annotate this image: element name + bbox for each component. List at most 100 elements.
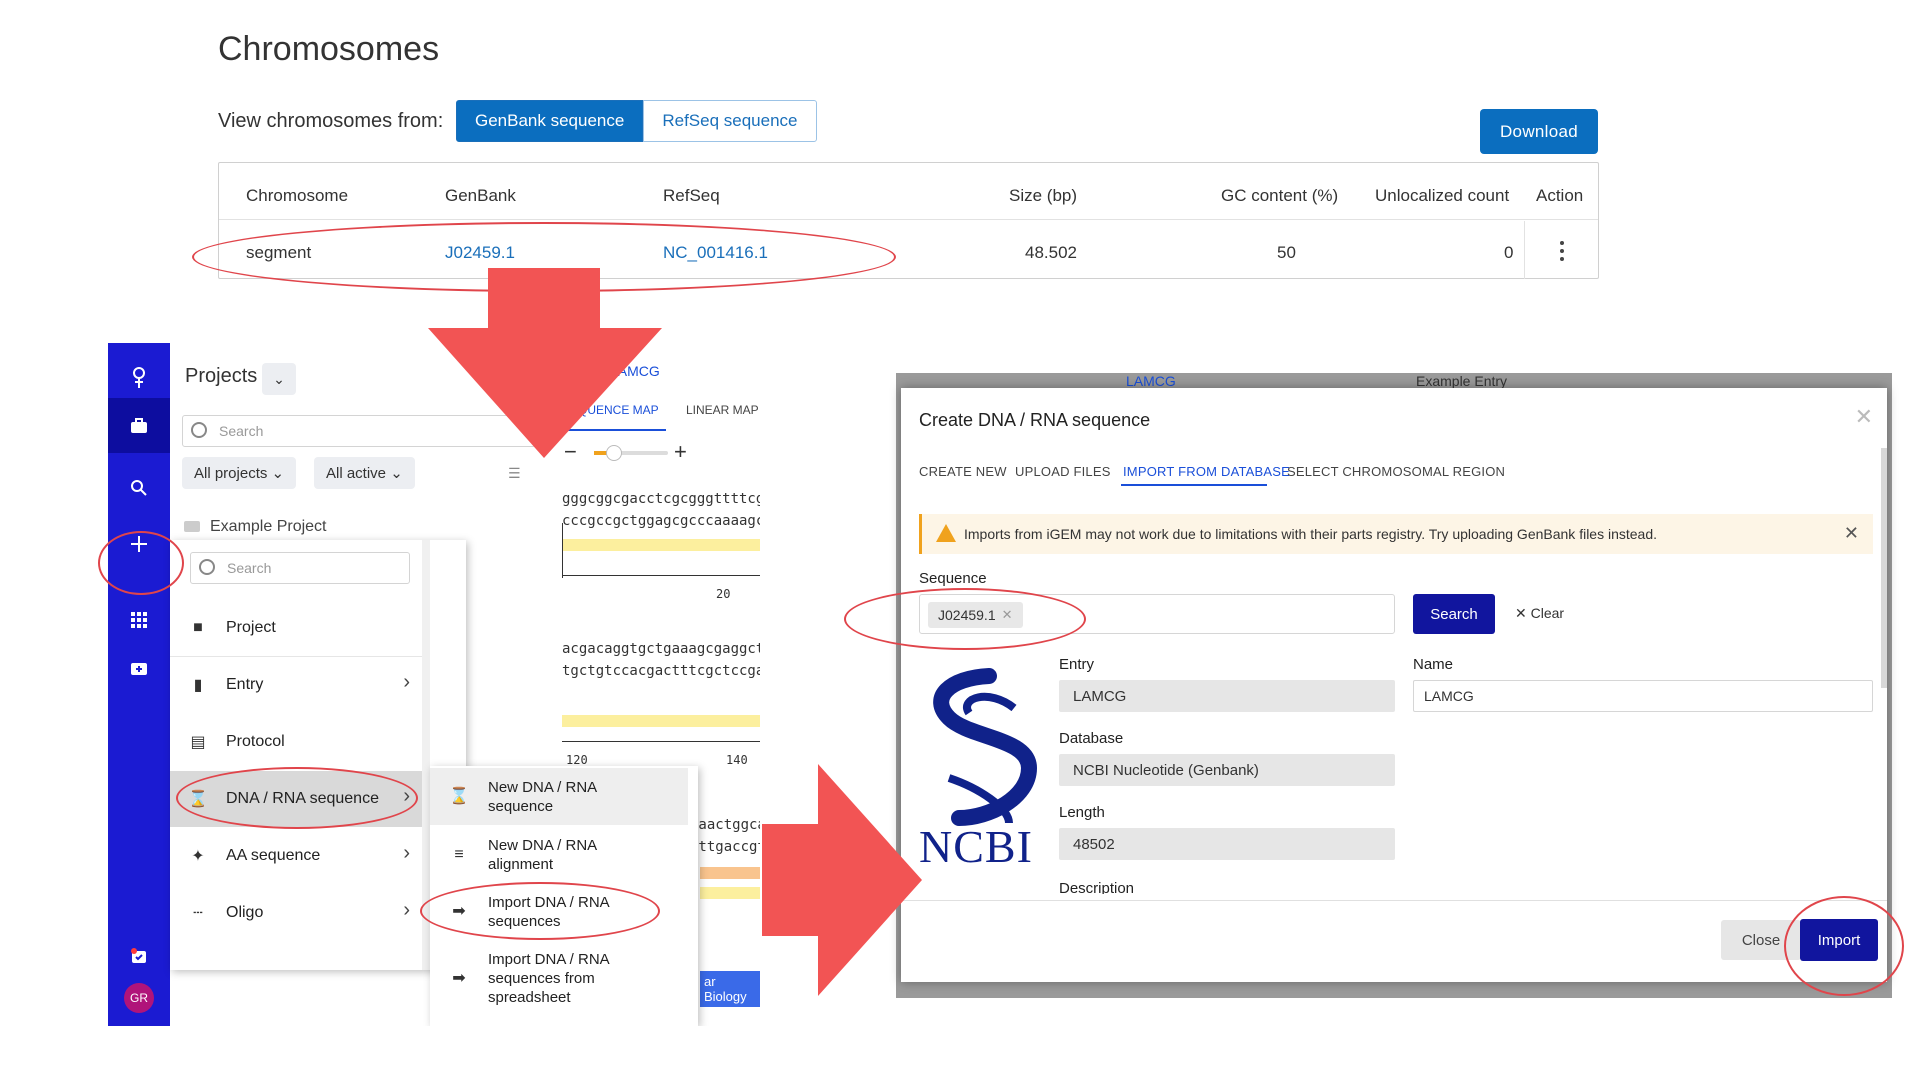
- tab-linear-map[interactable]: LINEAR MAP: [686, 403, 759, 417]
- menu-item-label: Project: [226, 619, 276, 636]
- filter-all-active[interactable]: All active ⌄: [314, 457, 415, 489]
- menu-item-label: DNA / RNA sequence: [226, 790, 379, 807]
- feature-bar: [700, 867, 760, 879]
- action-divider: [1524, 221, 1525, 279]
- column-header-action: Action: [1536, 186, 1584, 205]
- submenu-new-sequence[interactable]: ⌛ New DNA / RNA sequence: [430, 768, 688, 825]
- create-menu-search-input[interactable]: Search: [190, 552, 410, 584]
- submenu-item-label: New DNA / RNA sequence: [488, 778, 597, 816]
- sequence-chip-label: J02459.1: [938, 607, 996, 623]
- menu-item-aa-sequence[interactable]: ✦ AA sequence ›: [170, 828, 422, 884]
- page-title: Chromosomes: [218, 30, 440, 68]
- tab-create-new[interactable]: CREATE NEW: [919, 464, 1007, 479]
- tab-import-from-database[interactable]: IMPORT FROM DATABASE: [1123, 464, 1290, 479]
- create-plus-icon[interactable]: [108, 519, 170, 569]
- sequence-input[interactable]: J02459.1 ✕: [919, 594, 1395, 634]
- menu-item-project[interactable]: ■ Project: [170, 600, 422, 656]
- menu-item-label: Entry: [226, 676, 264, 693]
- cell-size: 48.502: [1025, 243, 1077, 262]
- dismiss-warning-icon[interactable]: ✕: [1844, 523, 1859, 544]
- briefcase-icon: ■: [193, 619, 203, 636]
- ruler-label: 120: [566, 753, 588, 767]
- dialog-scrollbar[interactable]: [1881, 448, 1887, 688]
- menu-item-label: Protocol: [226, 733, 285, 750]
- clear-label: Clear: [1530, 605, 1565, 621]
- download-button[interactable]: Download: [1480, 109, 1598, 154]
- apps-grid-icon[interactable]: [108, 595, 170, 645]
- create-sequence-dialog: Create DNA / RNA sequence ✕ CREATE NEW U…: [901, 388, 1887, 982]
- project-item-example[interactable]: Example Project: [184, 518, 327, 536]
- right-arrow-icon: [762, 764, 922, 996]
- submenu-import-sequences[interactable]: ➡ Import DNA / RNA sequences: [430, 883, 688, 940]
- tab-upload-files[interactable]: UPLOAD FILES: [1015, 464, 1111, 479]
- close-icon[interactable]: ✕: [1855, 404, 1873, 430]
- menu-scrollbar[interactable]: [422, 540, 430, 970]
- briefcase-icon[interactable]: [108, 398, 170, 453]
- ruler-tick: [562, 523, 563, 578]
- sequence-line: cccgccgctggagcgcccaaaagc: [562, 513, 760, 529]
- database-label: Database: [1059, 730, 1124, 747]
- aa-icon: ✦: [191, 848, 205, 865]
- description-label: Description: [1059, 880, 1135, 894]
- nav-rail: GR: [108, 343, 170, 1026]
- down-arrow-icon: [428, 268, 662, 458]
- sequence-label: Sequence: [919, 570, 987, 587]
- warning-banner: Imports from iGEM may not work due to li…: [919, 514, 1873, 554]
- cell-gc-content: 50: [1277, 243, 1296, 262]
- notifications-icon[interactable]: [108, 931, 170, 981]
- search-icon[interactable]: [108, 463, 170, 513]
- filter-all-active-label: All active: [326, 464, 387, 482]
- genbank-link[interactable]: J02459.1: [445, 243, 515, 263]
- clear-icon: ✕: [1515, 605, 1527, 621]
- submenu-import-spreadsheet[interactable]: ➡ Import DNA / RNA sequences from spreadsh…: [430, 940, 688, 1016]
- search-button[interactable]: Search: [1413, 594, 1495, 634]
- tab-select-chromosomal-region[interactable]: SELECT CHROMOSOMAL REGION: [1287, 464, 1505, 479]
- chevron-down-icon[interactable]: ⌄: [262, 363, 296, 395]
- dialog-footer-divider: [901, 900, 1887, 901]
- more-actions-icon[interactable]: [1559, 241, 1565, 265]
- zoom-in-icon[interactable]: +: [674, 439, 687, 465]
- clear-button[interactable]: ✕ Clear: [1515, 605, 1564, 622]
- sequence-line: gggcggcgacctcgcgggttttcg: [562, 491, 760, 507]
- oligo-icon: ┄: [193, 905, 203, 922]
- user-avatar[interactable]: GR: [124, 983, 154, 1013]
- menu-item-dna-rna-sequence[interactable]: ⌛ DNA / RNA sequence ›: [170, 771, 422, 827]
- menu-item-oligo[interactable]: ┄ Oligo ›: [170, 885, 422, 941]
- ruler-label: 140: [726, 753, 748, 767]
- column-header-unlocalized-count: Unlocalized count: [1375, 186, 1510, 205]
- column-header-gc-content: GC content (%): [1221, 186, 1339, 205]
- length-field: 48502: [1059, 828, 1395, 860]
- submenu-new-alignment[interactable]: ≡ New DNA / RNA alignment: [430, 826, 688, 883]
- ruler-label: 20: [716, 587, 731, 601]
- active-tab-underline: [1121, 484, 1267, 486]
- protocol-icon: ▤: [190, 734, 206, 751]
- filter-settings-icon[interactable]: ☰: [508, 465, 521, 482]
- genbank-sequence-tab[interactable]: GenBank sequence: [456, 100, 644, 142]
- sequence-chip[interactable]: J02459.1 ✕: [928, 602, 1023, 628]
- menu-item-protocol[interactable]: ▤ Protocol: [170, 714, 422, 770]
- refseq-sequence-tab[interactable]: RefSeq sequence: [643, 100, 817, 142]
- sequence-line: cttgaccgt: [690, 839, 760, 855]
- filter-all-projects-label: All projects: [194, 464, 268, 482]
- refseq-link[interactable]: NC_001416.1: [663, 243, 768, 263]
- remove-chip-icon[interactable]: ✕: [1002, 607, 1013, 623]
- menu-item-entry[interactable]: ▮ Entry ›: [170, 657, 422, 713]
- document-icon: ▮: [193, 677, 203, 694]
- close-button[interactable]: Close: [1721, 920, 1801, 960]
- warning-icon: [936, 524, 956, 542]
- chevron-right-icon: ›: [403, 899, 410, 921]
- warning-text: Imports from iGEM may not work due to li…: [964, 526, 1658, 542]
- submenu-label-line: sequence: [488, 797, 554, 815]
- alignment-icon: ≡: [454, 846, 464, 863]
- submenu-label-line: Import DNA / RNA: [488, 893, 610, 911]
- chevron-right-icon: ›: [403, 842, 410, 864]
- submenu-label-line: alignment: [488, 855, 554, 873]
- import-button[interactable]: Import: [1800, 919, 1878, 961]
- filter-all-projects[interactable]: All projects ⌄: [182, 457, 297, 489]
- name-field[interactable]: LAMCG: [1413, 680, 1873, 712]
- view-chromosomes-label: View chromosomes from:: [218, 110, 444, 132]
- entry-field: LAMCG: [1059, 680, 1395, 712]
- app-logo-icon: [108, 353, 170, 403]
- import-folder-icon[interactable]: [108, 643, 170, 693]
- submenu-label-line: sequences from: [488, 969, 595, 987]
